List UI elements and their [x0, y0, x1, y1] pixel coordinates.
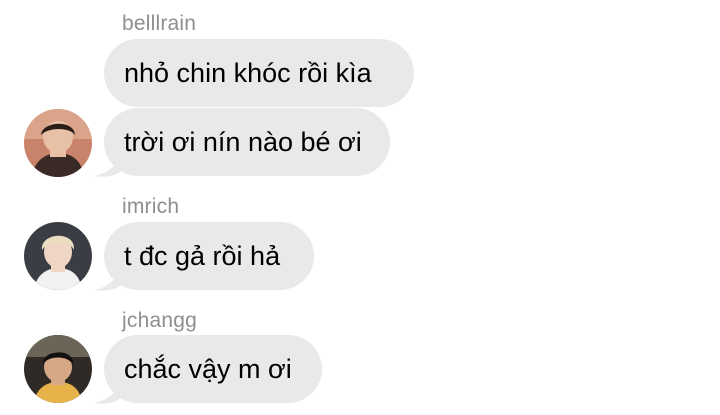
avatar-belllrain[interactable]: [24, 109, 92, 177]
sender-name: jchangg: [122, 309, 197, 332]
message-bubble[interactable]: trời ơi nín nào bé ơi: [104, 108, 390, 176]
message-bubble[interactable]: chắc vậy m ơi: [104, 335, 322, 403]
profile-photo-icon: [24, 109, 92, 177]
sender-name: belllrain: [122, 12, 197, 35]
message-text: nhỏ chin khóc rồi kìa: [124, 57, 372, 88]
profile-photo-icon: [24, 222, 92, 290]
chat-thread: belllrain nhỏ chin khóc rồi kìa trời ơi …: [0, 0, 720, 415]
bubble-tail: [94, 156, 122, 177]
bubble-tail: [94, 383, 122, 404]
sender-name: imrich: [122, 195, 180, 218]
avatar-jchangg[interactable]: [24, 335, 92, 403]
message-text: trời ơi nín nào bé ơi: [124, 126, 362, 157]
profile-photo-icon: [24, 335, 92, 403]
message-text: t đc gả rồi hả: [124, 240, 281, 271]
avatar-imrich[interactable]: [24, 222, 92, 290]
message-bubble[interactable]: nhỏ chin khóc rồi kìa: [104, 39, 414, 107]
bubble-tail: [94, 270, 122, 291]
message-bubble[interactable]: t đc gả rồi hả: [104, 222, 314, 290]
message-text: chắc vậy m ơi: [124, 353, 292, 384]
